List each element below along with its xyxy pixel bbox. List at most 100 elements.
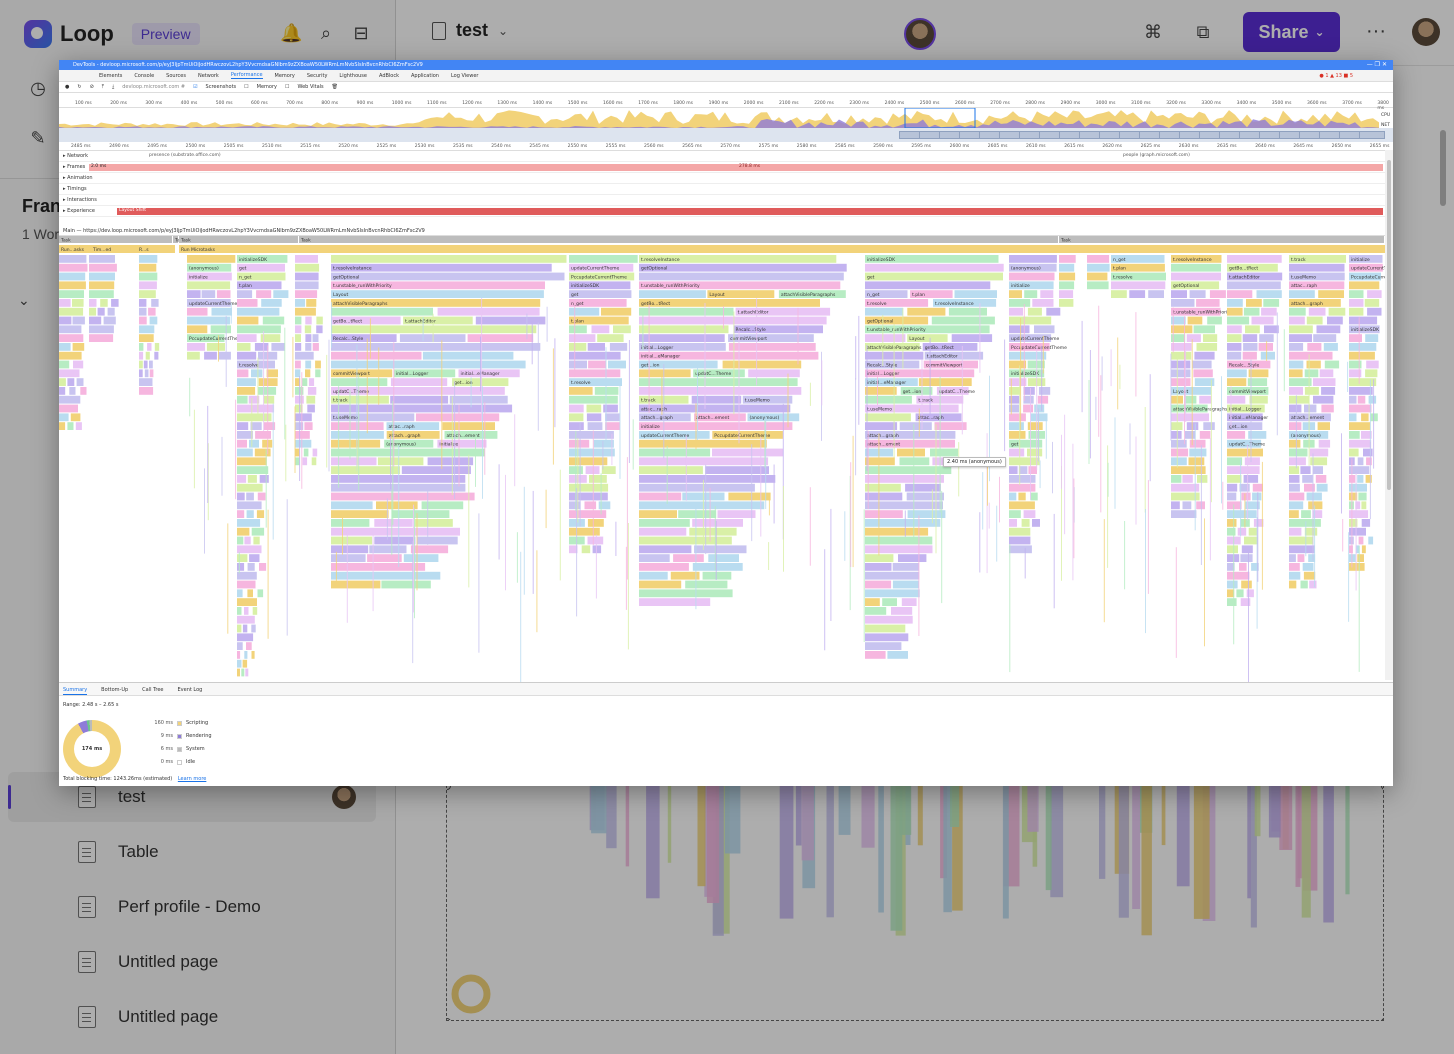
flame-frame [59, 307, 84, 316]
flame-sliver [458, 404, 460, 487]
flame-frame [312, 334, 319, 342]
flame-frame [252, 607, 258, 615]
flame-label: getOptional [1173, 283, 1199, 289]
reload-icon: ↻ [77, 84, 82, 90]
flame-sliver [559, 469, 561, 581]
tick-label: 2605 ms [987, 144, 1008, 149]
flame-frame [1289, 554, 1296, 562]
flame-sliver [536, 550, 538, 633]
tick-label: 2565 ms [682, 144, 702, 149]
flame-frame [1252, 492, 1262, 501]
flame-frame [569, 439, 590, 448]
flame-frame [1227, 281, 1281, 290]
flame-frame [1207, 316, 1222, 325]
flame-frame [1148, 290, 1164, 298]
tick-label: 2550 ms [567, 144, 588, 149]
tick-label: 300 ms [145, 101, 163, 106]
tick-label: 200 ms [110, 101, 127, 106]
flame-frame [107, 307, 115, 316]
flame-frame [694, 545, 747, 554]
flame-sliver [935, 424, 937, 554]
checkbox-icon: ☐ [284, 84, 290, 90]
flame-frame [639, 510, 677, 518]
flame-label: t.plan [239, 283, 252, 289]
flame-frame [237, 624, 242, 633]
flame-frame [1034, 325, 1055, 334]
flame-frame [143, 360, 148, 369]
flame-sliver [1061, 434, 1062, 489]
flame-sliver [697, 362, 698, 440]
flame-sliver [1257, 492, 1259, 582]
flame-frame [59, 325, 82, 334]
flame-label: t.unstable_runWithPriority [867, 327, 926, 333]
flame-frame [237, 439, 247, 448]
flame-frame [1171, 466, 1206, 474]
flame-sliver [605, 347, 607, 447]
flame-frame [899, 422, 932, 430]
flame-sliver [768, 494, 770, 516]
flame-frame [1227, 369, 1247, 378]
devtools-tabs: Elements Console Sources Network Performance… [59, 70, 1393, 82]
flame-frame [639, 263, 847, 272]
flame-label: R...s [139, 247, 149, 253]
flame-frame [865, 545, 933, 554]
flame-sliver [1004, 339, 1006, 452]
flame-frame [887, 651, 908, 659]
flame-frame [237, 290, 253, 298]
flame-frame [1264, 325, 1279, 334]
flame-label: t.plan [1113, 266, 1126, 272]
flame-frame [1289, 571, 1301, 580]
flame-label: get...ion [1229, 424, 1248, 430]
flame-label: t.resolveInstance [333, 266, 372, 272]
flame-frame [1312, 466, 1323, 474]
flame-sliver [554, 338, 556, 428]
flame-frame [891, 607, 913, 615]
flame-frame [1196, 501, 1205, 510]
tick-label: 800 ms [321, 101, 339, 106]
flame-frame [246, 510, 254, 518]
tick-label: 900 ms [356, 101, 374, 106]
flame-frame [237, 580, 256, 589]
flame-label: PccupdateCurrentTheme [1011, 345, 1067, 351]
flame-frame [1289, 263, 1345, 272]
flame-frame [1248, 369, 1269, 378]
tick-label: 3700 ms [1342, 101, 1362, 106]
flame-sliver [251, 398, 253, 447]
flame-frame [1289, 545, 1315, 554]
flame-frame [569, 395, 618, 404]
flame-frame [1227, 325, 1242, 334]
flame-frame [331, 527, 460, 536]
flame-frame [377, 457, 424, 466]
flame-label: getOptional [641, 266, 667, 272]
flame-frame [295, 290, 318, 298]
clear-icon: ⊘ [89, 84, 94, 90]
track-label: ▸ Experience [63, 208, 95, 214]
flame-frame [1171, 369, 1191, 378]
flame-frame [1227, 571, 1250, 580]
flame-sliver [422, 317, 424, 341]
tick-label: 2580 ms [796, 144, 817, 149]
flame-label: t.plan [571, 318, 584, 324]
flame-frame [1227, 448, 1263, 457]
flame-frame [302, 378, 308, 386]
flame-sliver [738, 329, 740, 444]
flame-frame [1317, 422, 1330, 430]
flame-sliver [1124, 521, 1126, 590]
flame-frame [1171, 343, 1192, 351]
frame-duration: 278.8 ms [739, 164, 761, 169]
flame-frame [331, 466, 401, 474]
flame-frame [244, 536, 251, 545]
web-vitals-label: Web Vitals [297, 84, 324, 90]
flame-frame [1009, 395, 1020, 404]
flame-sliver [715, 520, 717, 580]
legend-label: Idle [186, 759, 196, 765]
flame-frame [1312, 378, 1336, 386]
flame-frame [237, 501, 262, 510]
bottom-tabs: Summary Bottom-Up Call Tree Event Log [59, 682, 1393, 696]
flame-frame [237, 483, 263, 492]
flame-sliver [1221, 376, 1222, 504]
flame-frame [401, 466, 471, 474]
flame-frame [295, 307, 316, 316]
flame-frame [1227, 457, 1243, 466]
flame-frame [237, 545, 262, 554]
